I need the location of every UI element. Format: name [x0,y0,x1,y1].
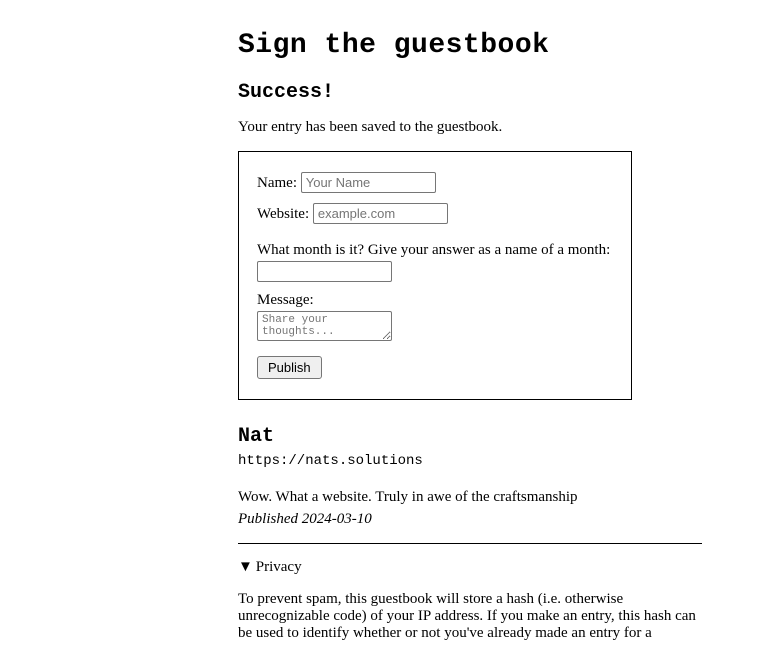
captcha-input[interactable] [257,261,392,282]
publish-button[interactable]: Publish [257,356,322,379]
success-message: Your entry has been saved to the guestbo… [238,119,702,136]
divider [238,543,702,544]
message-label: Message: [257,292,314,308]
captcha-label: What month is it? Give your answer as a … [257,242,610,258]
disclosure-triangle-icon: ▼ [238,559,252,576]
website-label: Website: [257,206,309,222]
guestbook-form: Name: Website: What month is it? Give yo… [238,151,632,400]
entry-date: Published 2024-03-10 [238,511,702,528]
website-input[interactable] [313,203,448,224]
message-textarea[interactable] [257,311,392,341]
entry-url[interactable]: https://nats.solutions [238,453,702,469]
privacy-details[interactable]: ▼ Privacy To prevent spam, this guestboo… [238,559,702,642]
name-input[interactable] [301,172,436,193]
page-title: Sign the guestbook [238,30,702,61]
privacy-summary[interactable]: ▼ Privacy [238,559,702,576]
privacy-label: Privacy [256,559,302,575]
entry-author: Nat [238,425,702,448]
name-label: Name: [257,175,297,191]
entry-message: Wow. What a website. Truly in awe of the… [238,489,702,506]
success-heading: Success! [238,81,702,104]
privacy-body: To prevent spam, this guestbook will sto… [238,591,702,642]
